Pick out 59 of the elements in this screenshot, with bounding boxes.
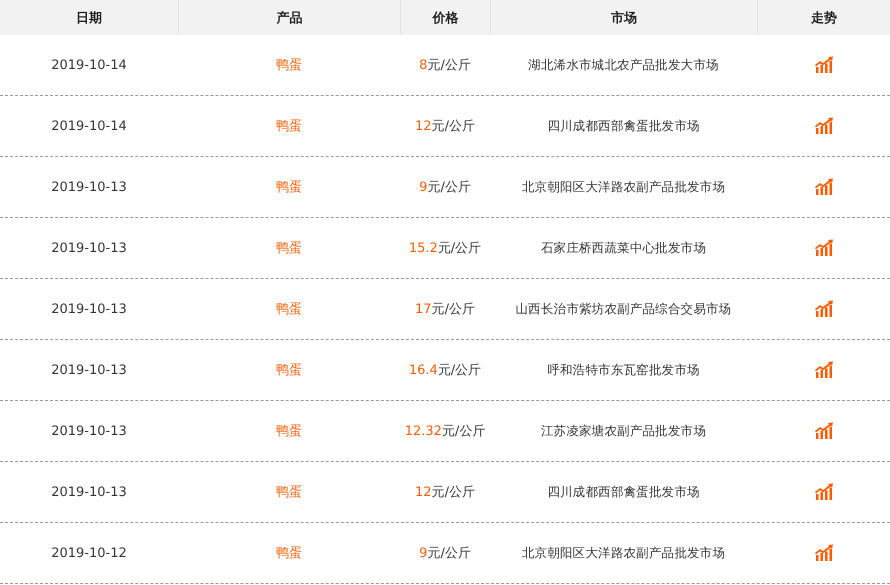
date-text: 2019-10-13: [51, 362, 127, 378]
market-name: 石家庄桥西蔬菜中心批发市场: [540, 240, 706, 256]
product-name: 鸭蛋: [276, 179, 302, 196]
market-name: 山西长治市紫坊农副产品综合交易市场: [516, 300, 732, 318]
market-name: 北京朝阳区大洋路农副产品批发市场: [522, 178, 726, 196]
column-header: 日期: [75, 10, 103, 28]
date-text: 2019-10-13: [51, 424, 127, 438]
date-text: 2019-10-13: [51, 302, 127, 316]
price-unit: 元/公斤: [427, 545, 471, 562]
market-name: 湖北浠水市城北农产品批发大市场: [528, 56, 719, 74]
market-name: 呼和浩特市东瓦窑批发市场: [547, 362, 700, 378]
price-unit: 元/公斤: [427, 179, 471, 196]
price-unit: 元/公斤: [438, 362, 482, 379]
price-value: 16.4: [408, 362, 438, 378]
price-unit: 元/公斤: [442, 423, 486, 440]
price-value: 12: [415, 484, 432, 500]
product-name: 鸭蛋: [276, 362, 302, 379]
market-name: 江苏凌家塘农副产品批发市场: [540, 422, 706, 440]
trend-chart-icon[interactable]: [814, 178, 834, 196]
price-value: 17: [415, 302, 432, 316]
product-name: 鸭蛋: [276, 545, 302, 562]
price-unit: 元/公斤: [432, 118, 475, 135]
price-value: 8: [419, 58, 428, 72]
price-unit: 元/公斤: [438, 240, 482, 257]
trend-chart-icon[interactable]: [814, 544, 834, 562]
product-name: 鸭蛋: [276, 301, 302, 318]
column-header: 产品: [178, 0, 400, 35]
product-name: 鸭蛋: [276, 118, 302, 135]
trend-chart-icon[interactable]: [814, 117, 834, 135]
column-header: 走势: [757, 0, 890, 35]
trend-chart-icon[interactable]: [814, 422, 834, 440]
price-unit: 元/公斤: [432, 301, 475, 318]
price-value: 12: [415, 118, 432, 134]
product-name: 鸭蛋: [276, 240, 302, 257]
product-name: 鸭蛋: [276, 423, 302, 440]
date-text: 2019-10-13: [51, 240, 127, 256]
trend-chart-icon[interactable]: [814, 300, 834, 318]
product-name: 鸭蛋: [276, 57, 302, 74]
market-name: 四川成都西部禽蛋批发市场: [547, 118, 700, 134]
product-name: 鸭蛋: [276, 484, 302, 501]
market-name: 北京朝阳区大洋路农副产品批发市场: [522, 544, 726, 562]
column-header: 市场: [490, 0, 757, 35]
price-value: 9: [419, 180, 428, 194]
price-unit: 元/公斤: [432, 484, 475, 501]
date-text: 2019-10-14: [51, 118, 127, 134]
price-value: 9: [419, 546, 428, 560]
column-header: 价格: [400, 0, 490, 35]
date-text: 2019-10-13: [51, 180, 127, 194]
price-unit: 元/公斤: [427, 57, 471, 74]
date-text: 2019-10-14: [51, 58, 127, 72]
price-value: 12.32: [404, 424, 442, 438]
trend-chart-icon[interactable]: [814, 483, 834, 501]
market-name: 四川成都西部禽蛋批发市场: [547, 484, 700, 500]
trend-chart-icon[interactable]: [814, 361, 834, 379]
date-text: 2019-10-13: [51, 484, 127, 500]
price-value: 15.2: [408, 240, 438, 256]
trend-chart-icon[interactable]: [814, 56, 834, 74]
date-text: 2019-10-12: [51, 546, 127, 560]
trend-chart-icon[interactable]: [814, 239, 834, 257]
